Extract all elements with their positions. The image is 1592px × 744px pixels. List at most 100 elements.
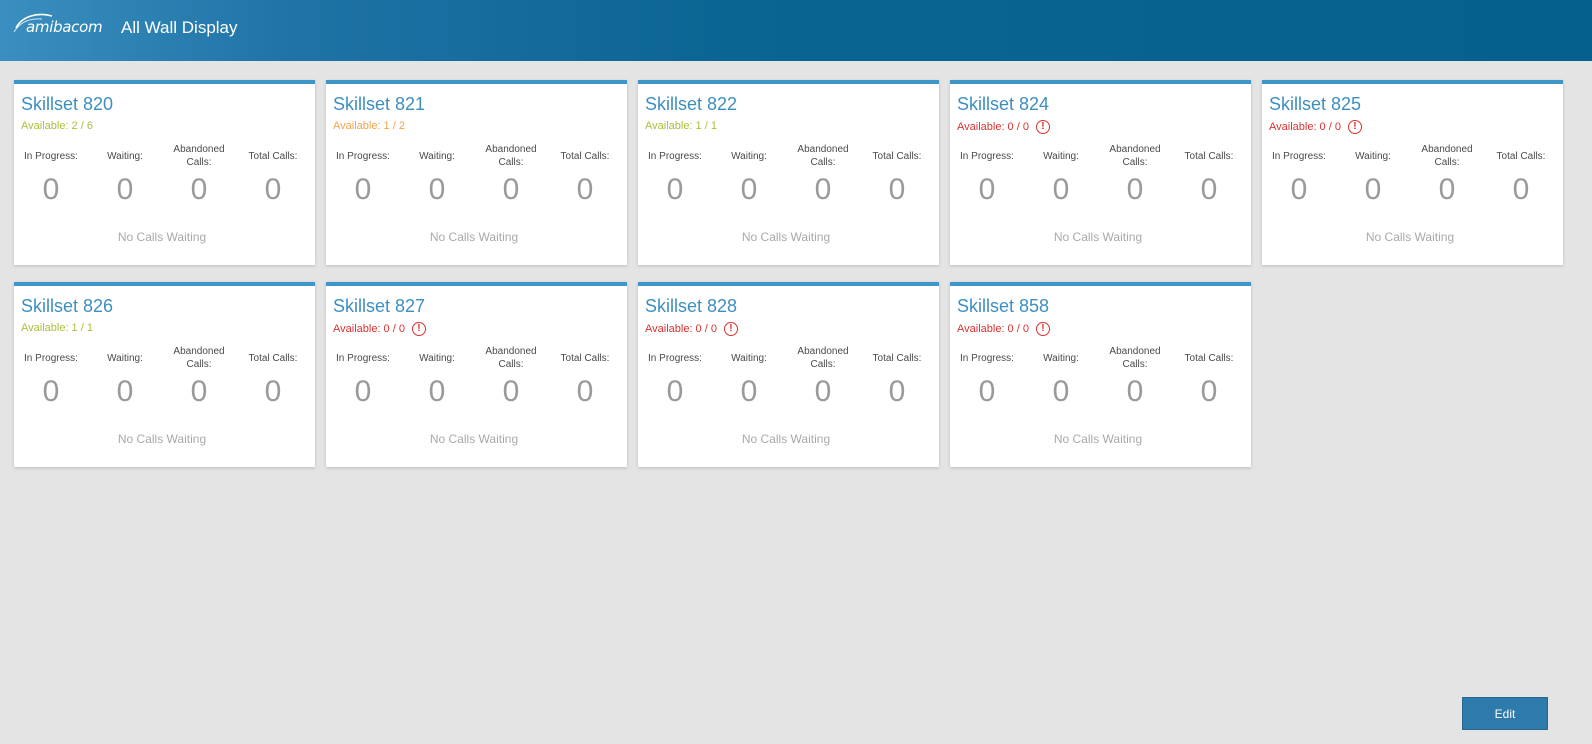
- in-progress-label: In Progress:: [336, 352, 390, 364]
- in-progress-stat: In Progress: 0: [14, 142, 88, 207]
- total-calls-stat: Total Calls: 0: [1172, 142, 1246, 207]
- in-progress-label: In Progress:: [24, 150, 78, 162]
- abandoned-calls-label: Abandoned Calls:: [797, 144, 849, 168]
- waiting-value: 0: [116, 173, 134, 206]
- abandoned-calls-label: Abandoned Calls:: [485, 346, 537, 370]
- abandoned-calls-label: Abandoned Calls:: [485, 144, 537, 168]
- skillset-card[interactable]: Skillset 858 Available: 0 / 0! In Progress…: [950, 282, 1251, 467]
- no-calls-message: No Calls Waiting: [117, 432, 207, 446]
- waiting-stat: Waiting: 0: [712, 344, 786, 409]
- in-progress-value: 0: [354, 173, 372, 206]
- abandoned-calls-stat: Abandoned Calls: 0: [1098, 344, 1172, 409]
- availability-status: Available: 0 / 0!: [957, 120, 1050, 134]
- no-calls-message: No Calls Waiting: [741, 230, 831, 244]
- skillset-card[interactable]: Skillset 824 Available: 0 / 0! In Progress…: [950, 80, 1251, 265]
- availability-status: Available: 2 / 6: [21, 120, 93, 132]
- skillset-card[interactable]: Skillset 827 Available: 0 / 0! In Progress…: [326, 282, 627, 467]
- abandoned-calls-value: 0: [1126, 173, 1144, 206]
- waiting-label: Waiting:: [107, 352, 143, 364]
- waiting-value: 0: [1364, 173, 1382, 206]
- no-calls-message: No Calls Waiting: [117, 230, 207, 244]
- no-calls-message: No Calls Waiting: [1365, 230, 1455, 244]
- skillset-title: Skillset 825: [1269, 94, 1362, 114]
- total-calls-stat: Total Calls: 0: [860, 142, 934, 207]
- total-calls-stat: Total Calls: 0: [1484, 142, 1558, 207]
- waiting-stat: Waiting: 0: [88, 142, 162, 207]
- abandoned-calls-value: 0: [1438, 173, 1456, 206]
- in-progress-stat: In Progress: 0: [638, 142, 712, 207]
- abandoned-calls-label: Abandoned Calls:: [173, 144, 225, 168]
- waiting-stat: Waiting: 0: [88, 344, 162, 409]
- total-calls-value: 0: [1200, 375, 1218, 408]
- skillset-title: Skillset 824: [957, 94, 1050, 114]
- abandoned-calls-label: Abandoned Calls:: [173, 346, 225, 370]
- in-progress-value: 0: [42, 375, 60, 408]
- in-progress-value: 0: [42, 173, 60, 206]
- total-calls-stat: Total Calls: 0: [236, 344, 310, 409]
- skillset-card[interactable]: Skillset 820 Available: 2 / 6 In Progress:…: [14, 80, 315, 265]
- total-calls-value: 0: [576, 173, 594, 206]
- waiting-value: 0: [428, 173, 446, 206]
- alert-icon: !: [1035, 120, 1050, 134]
- abandoned-calls-stat: Abandoned Calls: 0: [1098, 142, 1172, 207]
- abandoned-calls-label: Abandoned Calls:: [1109, 346, 1161, 370]
- skillset-title: Skillset 858: [957, 296, 1050, 316]
- availability-text: Available: 0 / 0: [957, 323, 1029, 335]
- skillset-card[interactable]: Skillset 826 Available: 1 / 1 In Progress:…: [14, 282, 315, 467]
- in-progress-label: In Progress:: [1272, 150, 1326, 162]
- amibacom-logo[interactable]: amibacom: [12, 10, 103, 40]
- skillset-card[interactable]: Skillset 825 Available: 0 / 0! In Progress…: [1262, 80, 1563, 265]
- total-calls-stat: Total Calls: 0: [548, 142, 622, 207]
- waiting-label: Waiting:: [731, 150, 767, 162]
- total-calls-stat: Total Calls: 0: [860, 344, 934, 409]
- skillset-card[interactable]: Skillset 821 Available: 1 / 2 In Progress:…: [326, 80, 627, 265]
- total-calls-value: 0: [1512, 173, 1530, 206]
- availability-status: Available: 0 / 0!: [957, 322, 1050, 336]
- skillset-title: Skillset 826: [21, 296, 114, 316]
- skillset-title: Skillset 822: [645, 94, 738, 114]
- total-calls-label: Total Calls:: [1184, 150, 1234, 162]
- availability-status: Available: 1 / 2: [333, 120, 405, 132]
- in-progress-label: In Progress:: [24, 352, 78, 364]
- edit-button[interactable]: Edit: [1462, 697, 1548, 730]
- waiting-stat: Waiting: 0: [400, 344, 474, 409]
- waiting-value: 0: [428, 375, 446, 408]
- abandoned-calls-value: 0: [502, 375, 520, 408]
- alert-icon: !: [411, 322, 426, 336]
- waiting-label: Waiting:: [731, 352, 767, 364]
- waiting-value: 0: [740, 173, 758, 206]
- in-progress-value: 0: [1290, 173, 1308, 206]
- in-progress-stat: In Progress: 0: [638, 344, 712, 409]
- availability-text: Available: 2 / 6: [21, 120, 93, 132]
- waiting-label: Waiting:: [1043, 150, 1079, 162]
- abandoned-calls-value: 0: [190, 375, 208, 408]
- availability-text: Available: 0 / 0: [1269, 121, 1341, 133]
- availability-text: Available: 1 / 2: [333, 120, 405, 132]
- total-calls-value: 0: [576, 375, 594, 408]
- total-calls-label: Total Calls:: [560, 150, 610, 162]
- no-calls-message: No Calls Waiting: [741, 432, 831, 446]
- in-progress-label: In Progress:: [336, 150, 390, 162]
- no-calls-message: No Calls Waiting: [1053, 230, 1143, 244]
- in-progress-value: 0: [354, 375, 372, 408]
- abandoned-calls-value: 0: [1126, 375, 1144, 408]
- total-calls-value: 0: [888, 173, 906, 206]
- abandoned-calls-value: 0: [190, 173, 208, 206]
- total-calls-label: Total Calls:: [1184, 352, 1234, 364]
- waiting-label: Waiting:: [1355, 150, 1391, 162]
- in-progress-value: 0: [666, 375, 684, 408]
- total-calls-value: 0: [264, 173, 282, 206]
- skillset-card[interactable]: Skillset 828 Available: 0 / 0! In Progress…: [638, 282, 939, 467]
- alert-icon: !: [1035, 322, 1050, 336]
- total-calls-value: 0: [1200, 173, 1218, 206]
- skillset-card[interactable]: Skillset 822 Available: 1 / 1 In Progress:…: [638, 80, 939, 265]
- no-calls-message: No Calls Waiting: [429, 432, 519, 446]
- in-progress-value: 0: [978, 173, 996, 206]
- waiting-label: Waiting:: [107, 150, 143, 162]
- alert-icon: !: [723, 322, 738, 336]
- availability-status: Available: 1 / 1: [21, 322, 93, 334]
- no-calls-message: No Calls Waiting: [1053, 432, 1143, 446]
- abandoned-calls-stat: Abandoned Calls: 0: [786, 142, 860, 207]
- abandoned-calls-stat: Abandoned Calls: 0: [162, 344, 236, 409]
- availability-text: Available: 1 / 1: [21, 322, 93, 334]
